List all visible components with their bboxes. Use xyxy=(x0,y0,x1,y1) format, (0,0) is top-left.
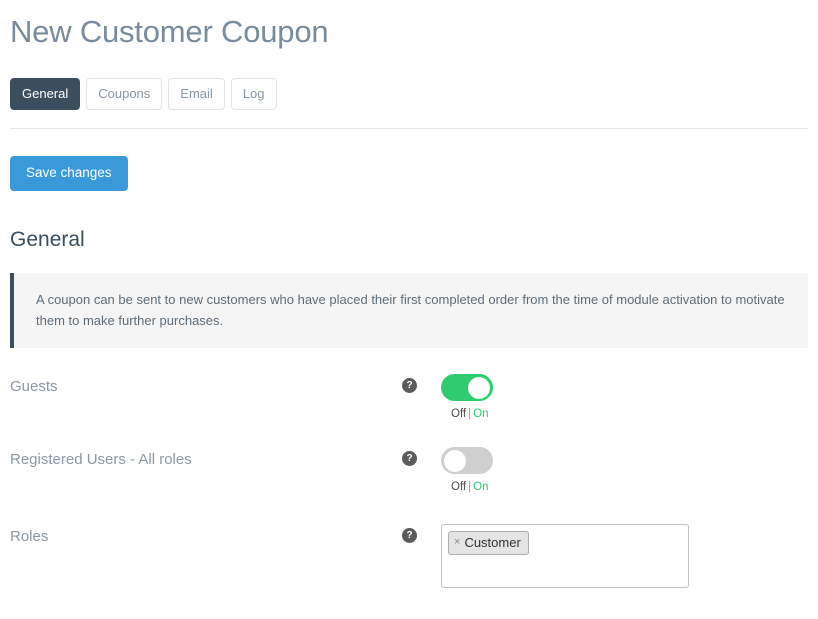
tab-general[interactable]: General xyxy=(10,78,81,110)
control-guests: Off | On xyxy=(441,374,808,421)
form-row-roles: Roles ? × Customer xyxy=(10,524,808,588)
toggle-guests[interactable] xyxy=(441,374,493,401)
roles-multiselect[interactable]: × Customer xyxy=(441,524,689,588)
tab-log[interactable]: Log xyxy=(230,78,277,110)
form-row-registered-users: Registered Users - All roles ? Off | On xyxy=(10,447,808,494)
page-title: New Customer Coupon xyxy=(10,14,329,49)
section-heading-general: General xyxy=(10,228,85,251)
toggle-knob xyxy=(468,376,490,399)
toggle-registered-users-labels: Off | On xyxy=(441,481,808,494)
roles-tag-customer[interactable]: × Customer xyxy=(448,531,529,555)
header-divider xyxy=(10,128,808,129)
control-registered-users: Off | On xyxy=(441,447,808,494)
question-mark-icon[interactable]: ? xyxy=(402,378,417,393)
settings-page: New Customer Coupon General Coupons Emai… xyxy=(0,0,818,619)
tab-coupons[interactable]: Coupons xyxy=(86,78,163,110)
tab-email[interactable]: Email xyxy=(168,78,225,110)
question-mark-icon[interactable]: ? xyxy=(402,451,417,466)
toggle-knob xyxy=(444,449,466,472)
roles-tag-label: Customer xyxy=(464,535,521,550)
toggle-on-label: On xyxy=(473,481,489,493)
info-callout: A coupon can be sent to new customers wh… xyxy=(10,273,808,348)
toggle-off-label: Off xyxy=(451,408,467,420)
field-label-roles: Roles xyxy=(10,528,49,545)
close-icon[interactable]: × xyxy=(454,535,460,550)
info-callout-text: A coupon can be sent to new customers wh… xyxy=(36,292,785,328)
field-label-registered-users: Registered Users - All roles xyxy=(10,451,192,468)
save-changes-button[interactable]: Save changes xyxy=(10,156,128,191)
control-roles: × Customer xyxy=(441,524,808,588)
question-mark-icon[interactable]: ? xyxy=(402,528,417,543)
toggle-off-label: Off xyxy=(451,481,467,493)
field-label-guests: Guests xyxy=(10,378,58,395)
toggle-on-label: On xyxy=(473,408,489,420)
toggle-registered-users[interactable] xyxy=(441,447,493,474)
form-row-guests: Guests ? Off | On xyxy=(10,374,808,421)
tab-bar: General Coupons Email Log xyxy=(10,78,808,110)
toggle-guests-labels: Off | On xyxy=(441,408,808,421)
